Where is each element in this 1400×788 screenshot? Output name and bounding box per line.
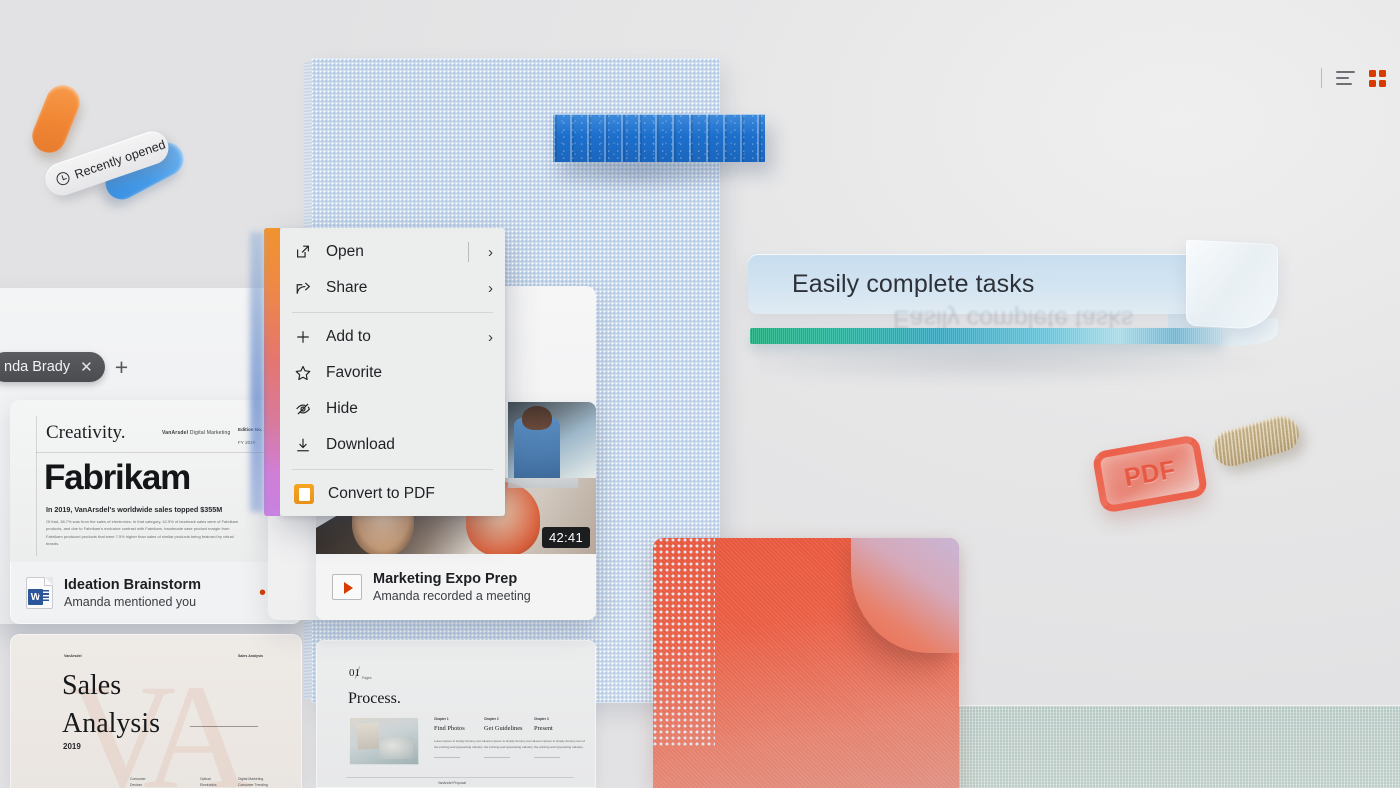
context-menu-item-favorite[interactable]: Favorite	[280, 355, 505, 391]
process-kicker: Pages	[362, 676, 372, 680]
scene-canvas: Recently opened Easily complete tasks Ea…	[0, 0, 1400, 788]
sales-column-3: Digital Marketing Consumer Trending	[238, 777, 268, 788]
coral-sheet-dot-pattern	[653, 538, 715, 748]
process-footer-label: VanArsdel Proposal	[438, 781, 466, 785]
ribbon-gradient-strip	[750, 328, 1222, 344]
view-toolbar	[1321, 68, 1386, 88]
list-view-icon[interactable]	[1336, 71, 1355, 85]
browser-tab[interactable]: nda Brady ✕	[0, 349, 107, 385]
preview-headline: Fabrikam	[44, 458, 191, 497]
video-activity: Amanda recorded a meeting	[373, 589, 531, 603]
new-tab-icon[interactable]: +	[115, 355, 128, 379]
file-card-process[interactable]: 01 Pages Process. Chapter 1 Find Photos …	[316, 640, 596, 788]
context-menu-item-add-to[interactable]: Add to ›	[280, 319, 505, 355]
file-card-sales-analysis[interactable]: VA VanArsdel Sales Analysis Sales Analys…	[10, 634, 302, 788]
grid-view-icon[interactable]	[1369, 69, 1386, 87]
sales-title-line-1: Sales	[62, 670, 122, 701]
open-external-icon	[297, 245, 309, 258]
file-card-word-text: Ideation Brainstorm Amanda mentioned you	[64, 577, 201, 609]
preview-eyebrow: Creativity.	[46, 422, 126, 443]
file-name: Ideation Brainstorm	[64, 577, 201, 593]
chevron-right-icon[interactable]: ›	[488, 329, 493, 346]
video-frame-top	[508, 402, 596, 478]
context-menu-item-convert-to-pdf[interactable]: Convert to PDF	[280, 476, 505, 512]
file-card-video-meta: Marketing Expo Prep Amanda recorded a me…	[316, 554, 596, 620]
ribbon-flap	[1186, 239, 1278, 331]
coral-sheet	[653, 538, 959, 788]
sales-column-1: Consumer Devices	[130, 777, 146, 788]
preview-body: Of that, 38.7% was from the sales of ele…	[46, 519, 239, 547]
preview-brand: VanArsdel Digital Marketing	[162, 430, 231, 436]
process-chapter-3: Chapter 3 Present Lorem ipsum is simply …	[534, 717, 590, 759]
pdf-glass-badge: PDF	[1091, 434, 1209, 514]
ribbon-drop-shadow	[758, 346, 1278, 384]
process-chapter-1: Chapter 1 Find Photos Lorem ipsum is sim…	[434, 717, 490, 759]
clock-icon	[54, 170, 72, 187]
sales-tag-left: VanArsdel	[64, 654, 82, 658]
browser-tab-bar: nda Brady ✕ +	[0, 349, 128, 385]
context-menu-label: Open	[326, 243, 364, 260]
process-chapter-2: Chapter 2 Get Guidelines Lorem ipsum is …	[484, 717, 540, 759]
file-card-word-meta: W Ideation Brainstorm Amanda mentioned y…	[10, 562, 302, 624]
context-menu-item-hide[interactable]: Hide	[280, 391, 505, 427]
wood-block-object	[1208, 411, 1304, 471]
context-menu-label: Convert to PDF	[328, 485, 435, 502]
convert-pdf-icon	[294, 484, 314, 504]
toolbar-divider	[1321, 68, 1322, 88]
word-file-icon: W	[26, 577, 53, 609]
sales-column-2: Optical Electronics	[200, 777, 217, 788]
ribbon-text: Easily complete tasks	[792, 269, 1035, 298]
context-menu-item-open[interactable]: Open ›	[280, 234, 505, 270]
submenu-divider	[468, 242, 469, 262]
context-menu-item-download[interactable]: Download	[280, 427, 505, 463]
video-duration-badge: 42:41	[541, 527, 590, 548]
context-menu[interactable]: Open › Share › Add to › Favorite Hide Do…	[264, 228, 505, 516]
process-image	[349, 717, 419, 765]
context-menu-item-share[interactable]: Share ›	[280, 270, 505, 306]
sage-surface-panel	[957, 706, 1400, 788]
context-menu-label: Download	[326, 436, 395, 453]
context-menu-label: Add to	[326, 328, 371, 345]
blue-ribbed-brick	[553, 114, 765, 162]
tasks-ribbon: Easily complete tasks Easily complete ta…	[748, 239, 1278, 384]
play-icon	[332, 574, 362, 600]
sales-title-line-2: Analysis	[62, 708, 160, 739]
star-icon	[295, 365, 311, 381]
process-title: Process.	[348, 690, 401, 707]
file-card-video-text: Marketing Expo Prep Amanda recorded a me…	[373, 571, 531, 603]
plus-icon	[297, 331, 309, 343]
context-menu-accent-bar	[264, 228, 280, 516]
chevron-right-icon[interactable]: ›	[488, 280, 493, 297]
close-icon[interactable]: ✕	[80, 360, 93, 375]
context-menu-separator	[292, 469, 493, 470]
orange-pill-object	[27, 80, 85, 158]
context-menu-label: Share	[326, 279, 368, 296]
sales-year: 2019	[63, 742, 81, 751]
video-file-name: Marketing Expo Prep	[373, 571, 518, 587]
sales-tag-right: Sales Analysis	[238, 654, 264, 658]
process-footer-rule	[346, 777, 574, 778]
share-icon	[296, 282, 311, 294]
context-menu-label: Favorite	[326, 364, 382, 381]
word-file-icon-lines	[39, 590, 49, 603]
context-menu-label: Hide	[326, 400, 358, 417]
sales-rule	[190, 726, 258, 727]
file-activity: Amanda mentioned you	[64, 595, 197, 609]
preview-lede: In 2019, VanArsdel's worldwide sales top…	[46, 505, 223, 514]
chevron-right-icon[interactable]: ›	[488, 244, 493, 261]
context-menu-separator	[292, 312, 493, 313]
eye-off-icon	[296, 403, 310, 415]
pdf-badge-label: PDF	[1122, 455, 1178, 492]
browser-tab-label: nda Brady	[4, 359, 71, 375]
download-icon	[297, 438, 309, 452]
